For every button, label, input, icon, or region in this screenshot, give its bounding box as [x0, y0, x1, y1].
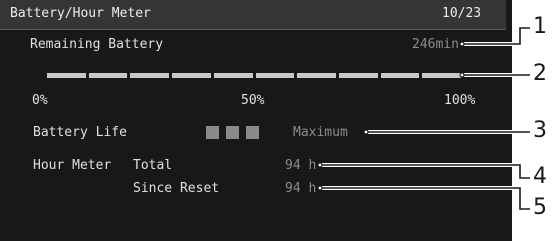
callout-leaders	[317, 26, 530, 211]
callout-4: 4	[533, 164, 547, 189]
callout-3: 3	[533, 118, 547, 143]
callout-2: 2	[533, 61, 547, 86]
callout-5: 5	[533, 195, 547, 220]
callout-1: 1	[533, 14, 547, 39]
